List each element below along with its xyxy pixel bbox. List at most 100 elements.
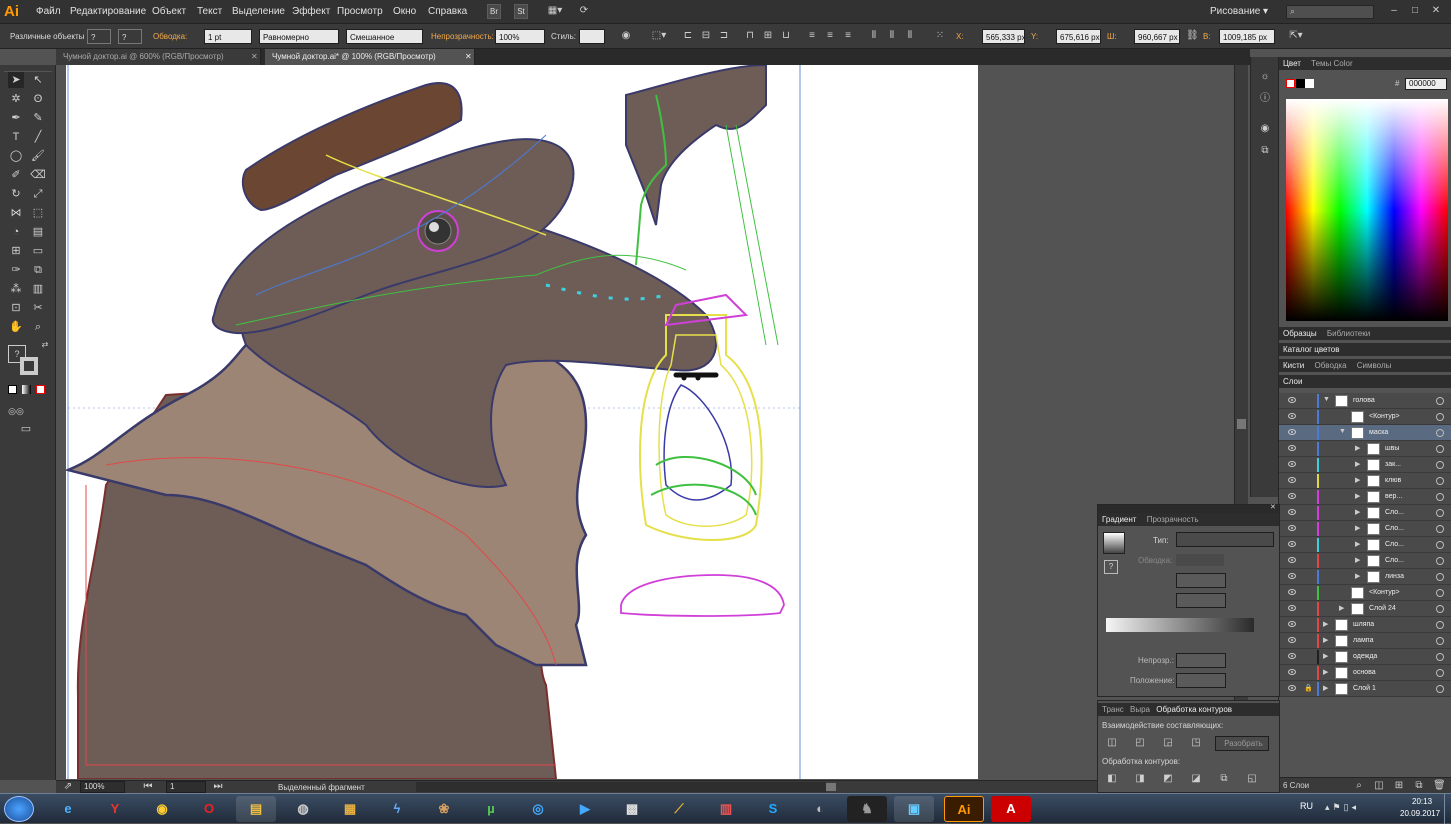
align-center-icon[interactable]: ⊟ bbox=[700, 30, 712, 42]
white-color-icon[interactable] bbox=[1305, 79, 1314, 88]
target-circle-icon[interactable] bbox=[1436, 605, 1444, 613]
pen-tool-icon[interactable]: ✒ bbox=[8, 110, 24, 126]
recolor-artwork-icon[interactable]: ◉ bbox=[620, 30, 632, 42]
layer-name[interactable]: лампа bbox=[1353, 633, 1373, 649]
expand-arrow-icon[interactable]: ▶ bbox=[1355, 508, 1360, 516]
panel-close-icon[interactable]: ✕ bbox=[1270, 503, 1276, 511]
artboard-number-field[interactable]: 1 bbox=[166, 781, 206, 793]
align-bottom-icon[interactable]: ⊔ bbox=[780, 30, 792, 42]
tab-symbols[interactable]: Символы bbox=[1357, 361, 1392, 370]
target-circle-icon[interactable] bbox=[1436, 413, 1444, 421]
visibility-eye-icon[interactable] bbox=[1288, 509, 1296, 515]
y-label[interactable]: Y: bbox=[1031, 24, 1038, 49]
blob-brush-tool-icon[interactable]: ✐ bbox=[8, 167, 24, 183]
layer-row[interactable]: ▶ Слой 24 bbox=[1279, 601, 1451, 617]
target-circle-icon[interactable] bbox=[1436, 669, 1444, 677]
x-field[interactable]: 565,333 px bbox=[982, 29, 1025, 44]
perspective-grid-tool-icon[interactable]: ▤ bbox=[30, 224, 46, 240]
tab-color-themes[interactable]: Темы Color bbox=[1311, 59, 1352, 68]
nero-icon[interactable]: ◍ bbox=[283, 796, 323, 822]
tab-swatches[interactable]: Образцы bbox=[1283, 329, 1317, 338]
stroke-swatch[interactable]: ? bbox=[118, 29, 142, 44]
x-label[interactable]: X: bbox=[956, 24, 964, 49]
target-circle-icon[interactable] bbox=[1436, 557, 1444, 565]
expand-arrow-icon[interactable]: ▶ bbox=[1355, 556, 1360, 564]
locate-object-icon[interactable]: ⌕ bbox=[1353, 780, 1365, 792]
distribute-top-icon[interactable]: ≡ bbox=[806, 30, 818, 42]
height-label[interactable]: В: bbox=[1203, 24, 1211, 49]
outline-icon[interactable]: ⧉ bbox=[1218, 773, 1230, 785]
archive-icon[interactable]: ▦ bbox=[330, 796, 370, 822]
layer-name[interactable]: клюв bbox=[1385, 473, 1401, 489]
gpu-icon[interactable]: ⟳ bbox=[578, 5, 590, 17]
game-icon[interactable]: ♞ bbox=[847, 796, 887, 822]
ellipse-tool-icon[interactable]: ◯ bbox=[8, 148, 24, 164]
layer-row[interactable]: <Контур> bbox=[1279, 409, 1451, 425]
layer-name[interactable]: швы bbox=[1385, 441, 1399, 457]
target-circle-icon[interactable] bbox=[1436, 685, 1444, 693]
lasso-tool-icon[interactable]: ʘ bbox=[30, 91, 46, 107]
tab-document-600[interactable]: Чумной доктор.ai @ 600% (RGB/Просмотр) ✕ bbox=[56, 49, 261, 65]
target-circle-icon[interactable] bbox=[1436, 477, 1444, 485]
panel-grip[interactable]: ✕ bbox=[1098, 503, 1279, 513]
skype-icon[interactable]: S bbox=[753, 796, 793, 822]
swap-colors-icon[interactable]: ⇄ bbox=[37, 337, 53, 353]
clock-time[interactable]: 20:13 bbox=[1412, 797, 1432, 806]
next-artboard-icon[interactable]: ⏭ bbox=[212, 781, 224, 793]
layer-name[interactable]: Сло... bbox=[1385, 505, 1404, 521]
tab-transform[interactable]: Транс bbox=[1102, 705, 1124, 714]
stroke-weight-label[interactable]: Обводка: bbox=[153, 24, 187, 49]
layer-row[interactable]: ▶ зак... bbox=[1279, 457, 1451, 473]
menu-effect[interactable]: Эффект bbox=[292, 0, 330, 24]
clock-date[interactable]: 20.09.2017 bbox=[1400, 809, 1440, 818]
layer-name[interactable]: маска bbox=[1369, 425, 1388, 441]
target-circle-icon[interactable] bbox=[1436, 541, 1444, 549]
expand-arrow-icon[interactable]: ▶ bbox=[1339, 604, 1344, 612]
menu-object[interactable]: Объект bbox=[152, 0, 186, 24]
artwork-plague-doctor[interactable] bbox=[63, 65, 978, 780]
expand-arrow-icon[interactable]: ▶ bbox=[1355, 460, 1360, 468]
sun-icon[interactable]: ☼ bbox=[1259, 71, 1271, 83]
bridge-button[interactable]: Br bbox=[487, 4, 501, 19]
width-label[interactable]: Ш: bbox=[1107, 24, 1117, 49]
layer-row[interactable]: ▶ швы bbox=[1279, 441, 1451, 457]
artboard[interactable] bbox=[63, 65, 978, 780]
intersect-icon[interactable]: ◲ bbox=[1162, 737, 1174, 749]
visibility-eye-icon[interactable] bbox=[1288, 413, 1296, 419]
visibility-eye-icon[interactable] bbox=[1288, 637, 1296, 643]
align-to-icon[interactable]: ⬚▾ bbox=[650, 30, 668, 42]
target-circle-icon[interactable] bbox=[1436, 621, 1444, 629]
trim-icon[interactable]: ◨ bbox=[1134, 773, 1146, 785]
color-mode-icon[interactable] bbox=[8, 385, 17, 394]
scroll-thumb[interactable] bbox=[826, 783, 836, 791]
expand-arrow-icon[interactable]: ▶ bbox=[1355, 572, 1360, 580]
hand-tool-icon[interactable]: ✋ bbox=[8, 319, 24, 335]
mpc-icon[interactable]: ▩ bbox=[612, 796, 652, 822]
stroke-weight-field[interactable]: 1 pt bbox=[204, 29, 252, 44]
open-in-bridge-icon[interactable]: ⇗ bbox=[62, 781, 74, 793]
flash-icon[interactable]: ϟ bbox=[377, 796, 417, 822]
brush-definition-select[interactable]: Смешанное bbox=[346, 29, 423, 44]
expand-arrow-icon[interactable]: ▶ bbox=[1323, 652, 1328, 660]
distribute-right-icon[interactable]: ⦀ bbox=[904, 30, 916, 42]
appearance-icon[interactable]: ◉ bbox=[1259, 123, 1271, 135]
visibility-eye-icon[interactable] bbox=[1288, 605, 1296, 611]
layer-name[interactable]: Сло... bbox=[1385, 521, 1404, 537]
expand-arrow-icon[interactable]: ▶ bbox=[1355, 540, 1360, 548]
eraser-tool-icon[interactable]: ⌫ bbox=[30, 167, 46, 183]
illustrator-icon[interactable]: Ai bbox=[944, 796, 984, 822]
zoom-tool-icon[interactable]: ⌕ bbox=[30, 319, 46, 335]
unite-icon[interactable]: ◫ bbox=[1106, 737, 1118, 749]
layer-name[interactable]: Слой 24 bbox=[1369, 601, 1396, 617]
tab-brushes[interactable]: Кисти bbox=[1283, 361, 1304, 370]
layer-row[interactable]: ▶ линза bbox=[1279, 569, 1451, 585]
align-left-icon[interactable]: ⊏ bbox=[682, 30, 694, 42]
layer-row[interactable]: ▶ лампа bbox=[1279, 633, 1451, 649]
language-indicator[interactable]: RU bbox=[1300, 801, 1313, 811]
layer-name[interactable]: Сло... bbox=[1385, 537, 1404, 553]
minus-back-icon[interactable]: ◱ bbox=[1246, 773, 1258, 785]
visibility-eye-icon[interactable] bbox=[1288, 653, 1296, 659]
layer-row[interactable]: ▼ маска bbox=[1279, 425, 1451, 441]
target-circle-icon[interactable] bbox=[1436, 589, 1444, 597]
expand-arrow-icon[interactable]: ▶ bbox=[1323, 620, 1328, 628]
